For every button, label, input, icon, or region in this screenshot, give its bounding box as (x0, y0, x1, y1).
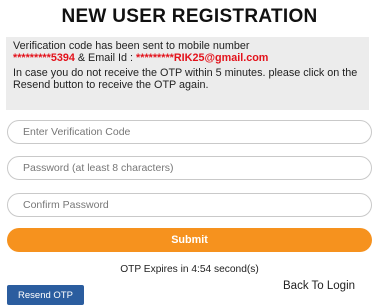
submit-button[interactable]: Submit (7, 228, 372, 252)
verification-code-input[interactable] (7, 120, 372, 144)
otp-expiry-timer: OTP Expires in 4:54 second(s) (120, 264, 259, 275)
resend-instruction: In case you do not receive the OTP withi… (13, 67, 358, 91)
confirm-password-input[interactable] (7, 193, 372, 217)
resend-otp-button[interactable]: Resend OTP (7, 285, 84, 305)
masked-mobile: *********5394 (13, 51, 75, 64)
email-label: & Email Id : (74, 51, 137, 64)
page-title: NEW USER REGISTRATION (61, 6, 318, 27)
back-to-login-link[interactable]: Back To Login (283, 280, 355, 292)
notice-line-1: Verification code has been sent to mobil… (13, 40, 362, 64)
masked-email: *********RIK25@gmail.com (136, 51, 269, 64)
otp-notice-box: Verification code has been sent to mobil… (6, 37, 369, 110)
notice-text: Verification code has been sent to mobil… (13, 40, 250, 52)
password-input[interactable] (7, 156, 372, 180)
